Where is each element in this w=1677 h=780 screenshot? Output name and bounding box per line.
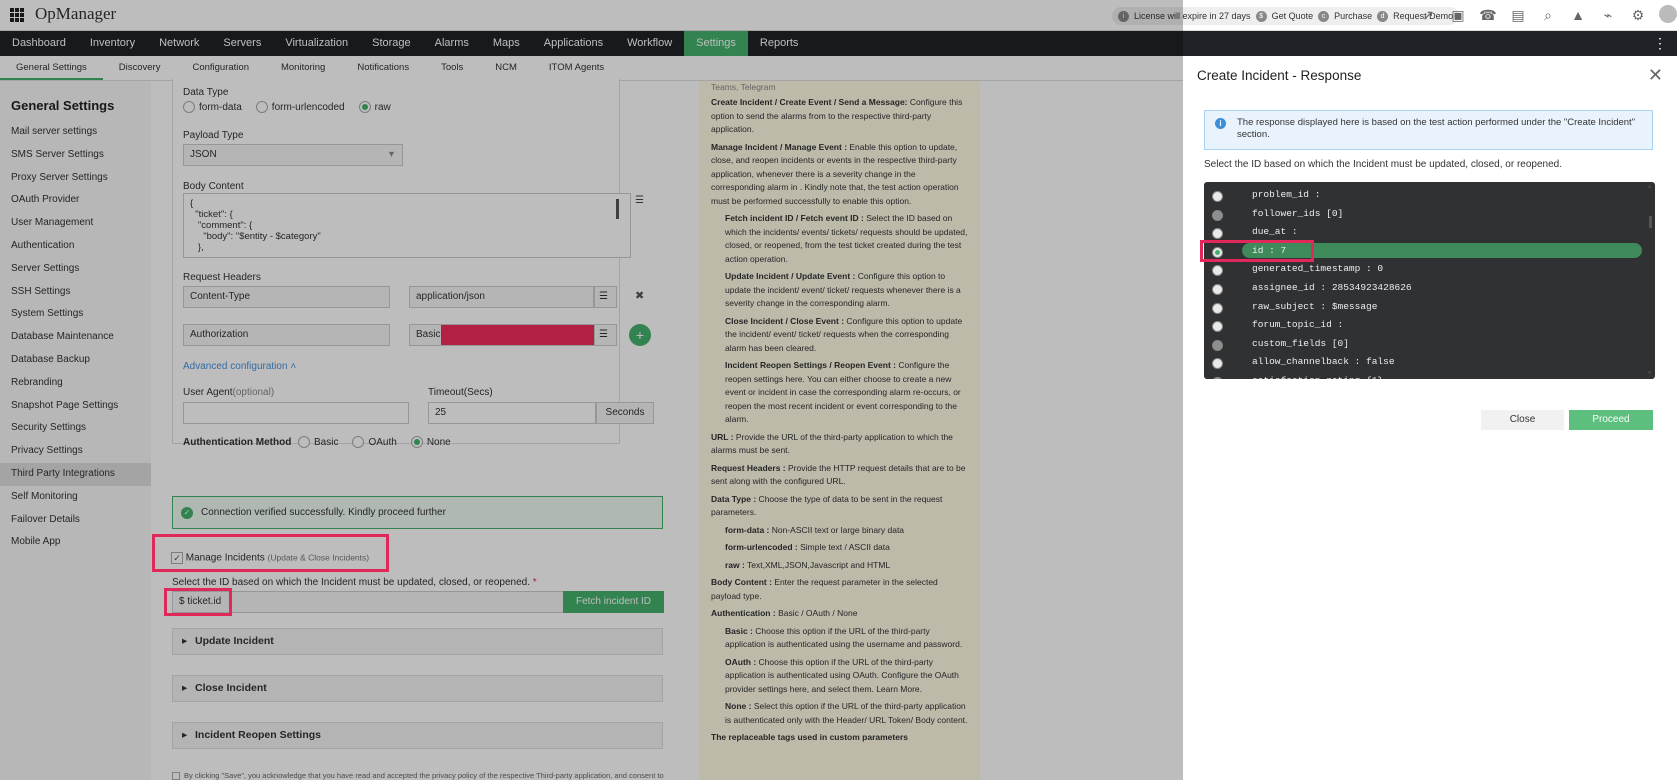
highlight-manage-incidents <box>152 534 389 572</box>
response-row[interactable]: problem_id : <box>1204 187 1644 206</box>
response-row[interactable]: forum_topic_id : <box>1204 317 1644 336</box>
response-row[interactable]: raw_subject : $message <box>1204 299 1644 318</box>
panel-title: Create Incident - Response <box>1197 68 1362 83</box>
kebab-menu-icon[interactable]: ⋮ <box>1653 36 1667 50</box>
modal-overlay[interactable] <box>0 0 1183 780</box>
presentation-icon[interactable]: ▣ <box>1448 5 1468 25</box>
response-radio[interactable] <box>1212 377 1223 379</box>
response-row[interactable]: generated_timestamp : 0 <box>1204 261 1644 280</box>
gift-icon[interactable]: ▤ <box>1508 5 1528 25</box>
proceed-button[interactable]: Proceed <box>1569 410 1653 430</box>
response-field: forum_topic_id : <box>1252 319 1344 331</box>
response-field: satisfaction_rating {1} <box>1242 373 1642 379</box>
response-list: problem_id : follower_ids [0] due_at : id :… <box>1204 182 1655 379</box>
response-field: follower_ids [0] <box>1252 207 1344 219</box>
bell-icon[interactable]: ▲ <box>1568 5 1588 25</box>
response-row[interactable]: follower_ids [0] <box>1204 206 1644 225</box>
rocket-icon[interactable]: ↗ <box>1418 5 1438 25</box>
response-panel: Create Incident - Response ✕ i The respo… <box>1183 56 1677 780</box>
user-avatar-icon[interactable] <box>1658 5 1677 25</box>
info-banner: i The response displayed here is based o… <box>1204 110 1653 150</box>
response-field: raw_subject : $message <box>1252 300 1378 312</box>
gear-icon[interactable]: ⚙ <box>1628 5 1648 25</box>
info-text: The response displayed here is based on … <box>1237 117 1636 140</box>
headset-icon[interactable]: ☎ <box>1478 5 1498 25</box>
list-scrollbar[interactable] <box>1649 216 1652 228</box>
response-radio[interactable] <box>1212 265 1223 277</box>
response-radio[interactable] <box>1212 321 1223 333</box>
cart-icon: c <box>1318 10 1330 22</box>
response-row[interactable]: custom_fields [0] <box>1204 336 1644 355</box>
close-icon[interactable]: ✕ <box>1648 65 1663 86</box>
response-field: due_at : <box>1252 226 1298 238</box>
top-icons: ↗ ▣ ☎ ▤ ⌕ ▲ ⌁ ⚙ <box>1418 5 1677 25</box>
response-radio[interactable] <box>1212 228 1223 240</box>
response-radio[interactable] <box>1212 209 1223 221</box>
response-radio[interactable] <box>1212 284 1223 295</box>
response-field: allow_channelback : false <box>1252 356 1395 368</box>
select-id-label: Select the ID based on which the Inciden… <box>1204 159 1563 170</box>
response-field: custom_fields [0] <box>1252 337 1349 349</box>
close-button[interactable]: Close <box>1481 410 1564 430</box>
response-field: assignee_id : 28534923428626 <box>1252 282 1412 293</box>
get-quote-link[interactable]: Get Quote <box>1272 11 1314 21</box>
purchase-link[interactable]: Purchase <box>1334 11 1372 21</box>
response-radio[interactable] <box>1212 302 1223 314</box>
demo-icon: d <box>1377 10 1389 22</box>
scroll-up-icon[interactable]: ▲ <box>1646 183 1653 190</box>
response-radio[interactable] <box>1212 339 1223 351</box>
response-field: generated_timestamp : 0 <box>1252 263 1384 275</box>
response-radio[interactable] <box>1212 191 1223 202</box>
response-row[interactable]: satisfaction_rating {1} <box>1204 373 1644 379</box>
response-field: problem_id : <box>1252 189 1321 200</box>
response-radio[interactable] <box>1212 358 1223 370</box>
search-icon[interactable]: ⌕ <box>1538 5 1558 25</box>
response-row[interactable]: allow_channelback : false <box>1204 354 1644 373</box>
dollar-icon: $ <box>1255 10 1267 22</box>
response-row[interactable]: assignee_id : 28534923428626 <box>1204 280 1644 299</box>
highlight-incident-id <box>164 588 232 616</box>
plug-icon[interactable]: ⌁ <box>1598 5 1618 25</box>
highlight-id-row <box>1200 240 1314 262</box>
info-icon: i <box>1215 118 1226 129</box>
scroll-down-icon[interactable]: ▼ <box>1646 370 1653 377</box>
